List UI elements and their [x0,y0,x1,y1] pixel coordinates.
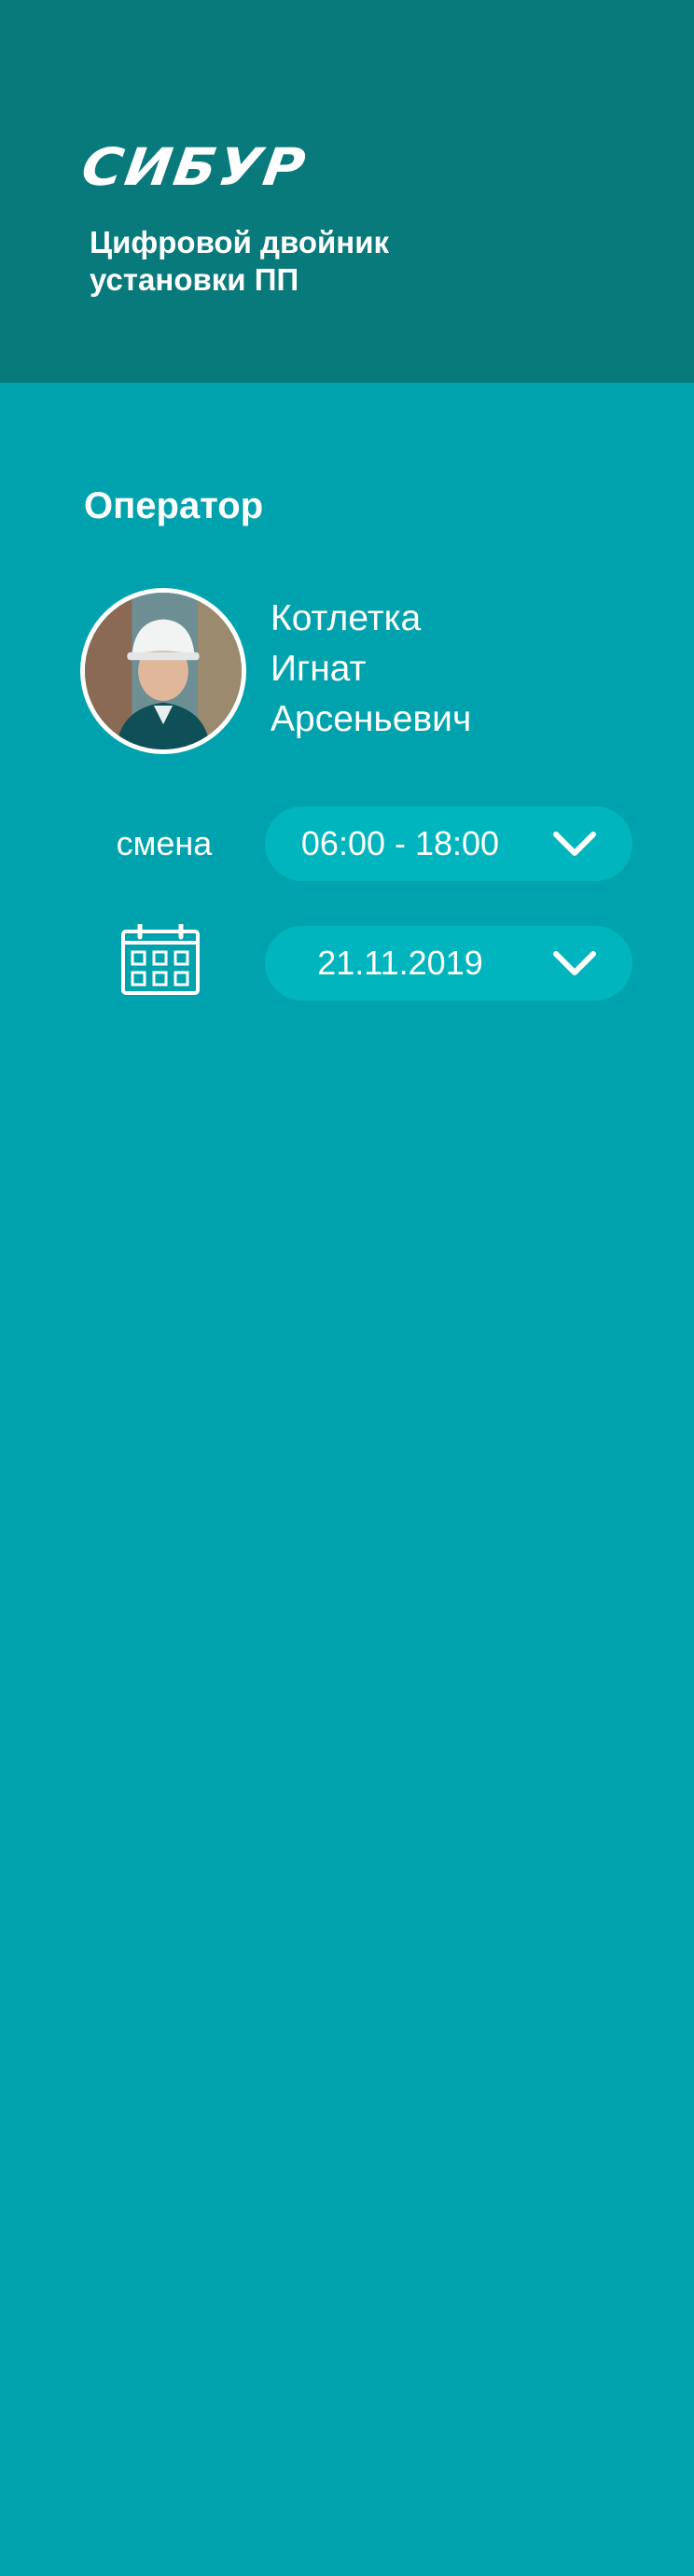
chevron-down-icon[interactable] [552,829,597,859]
shift-label: смена [116,824,213,862]
operator-surname: Котлетка [271,598,422,638]
calendar-icon [121,924,200,995]
operator-avatar [80,588,246,754]
date-dropdown[interactable]: 21.11.2019 [265,926,632,1001]
shift-value: 06:00 - 18:00 [300,824,500,862]
operator-patronymic: Арсеньевич [271,699,472,739]
operator-name: Котлетка Игнат Арсеньевич [271,594,471,745]
date-value: 21.11.2019 [317,944,483,982]
chevron-down-icon[interactable] [552,948,597,978]
operator-first-name: Игнат [271,649,367,689]
section-title-operator: Оператор [84,485,264,526]
sibur-logo: СИБУР [77,137,311,198]
app-header: СИБУР Цифровой двойник установки ПП [0,0,694,383]
app-subtitle: Цифровой двойник установки ПП [90,225,390,297]
avatar-photo [85,593,242,749]
shift-dropdown[interactable]: 06:00 - 18:00 [265,806,632,881]
